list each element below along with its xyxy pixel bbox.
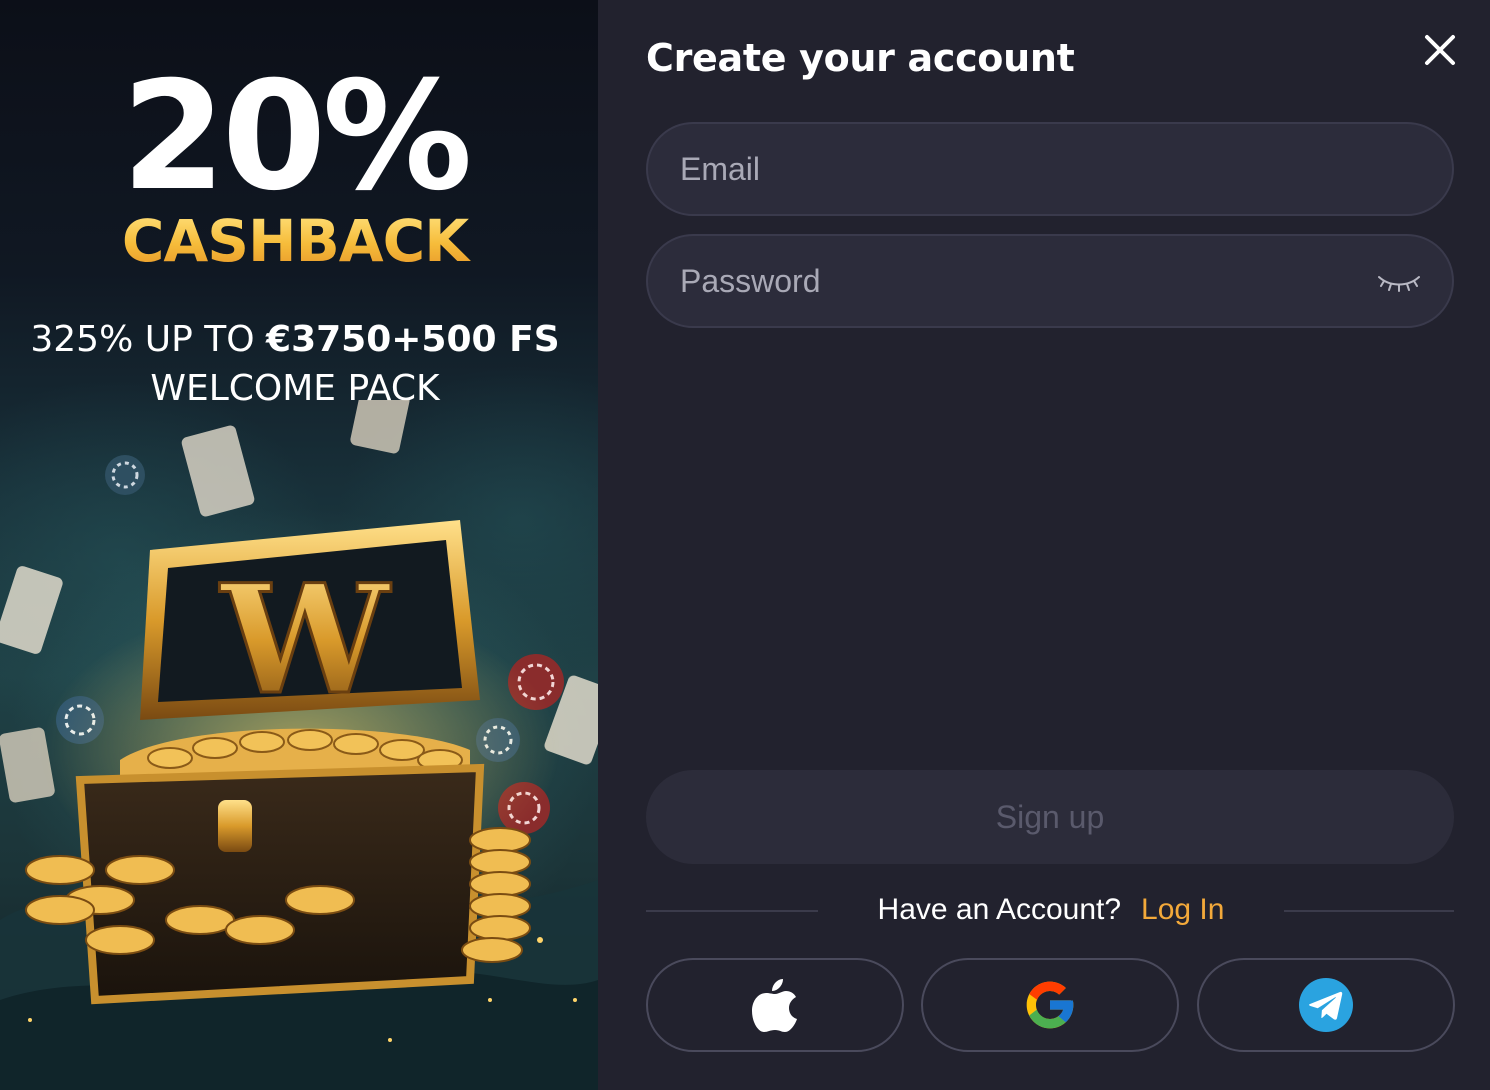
eye-closed-icon[interactable] — [1376, 269, 1422, 295]
signup-modal: 20% CASHBACK 325% UP TO €3750+500 FS WEL… — [0, 0, 1490, 1090]
chest-letter: W — [219, 552, 392, 728]
password-field-wrapper — [646, 234, 1454, 328]
promo-subheadline: CASHBACK — [0, 212, 590, 270]
google-icon — [1026, 981, 1074, 1029]
promo-offer: 325% UP TO €3750+500 FS WELCOME PACK — [0, 316, 590, 413]
password-input[interactable] — [648, 236, 1452, 326]
promo-offer-percent: 325% UP TO — [30, 319, 267, 360]
login-link[interactable]: Log In — [1141, 893, 1224, 926]
google-login-button[interactable] — [921, 958, 1179, 1052]
signup-button[interactable]: Sign up — [646, 770, 1454, 864]
form-title: Create your account — [646, 36, 1075, 80]
apple-icon — [752, 979, 797, 1032]
email-input[interactable] — [648, 124, 1452, 214]
promo-offer-amount: €3750+500 FS — [266, 319, 560, 360]
promo-banner: 20% CASHBACK 325% UP TO €3750+500 FS WEL… — [0, 0, 598, 1090]
treasure-chest-illustration: W — [0, 400, 598, 1090]
have-account-row: Have an Account? Log In — [818, 893, 1284, 927]
email-field-wrapper — [646, 122, 1454, 216]
telegram-icon — [1299, 978, 1353, 1032]
telegram-login-button[interactable] — [1197, 958, 1455, 1052]
signup-form-panel: Create your account Sign up Have an Acco… — [598, 0, 1490, 1090]
have-account-text: Have an Account? — [877, 893, 1122, 926]
divider-right — [1284, 910, 1454, 912]
close-icon — [1425, 35, 1455, 65]
divider-left — [646, 910, 818, 912]
promo-headline: 20% — [121, 50, 472, 224]
apple-login-button[interactable] — [646, 958, 904, 1052]
close-button[interactable] — [1420, 30, 1460, 70]
